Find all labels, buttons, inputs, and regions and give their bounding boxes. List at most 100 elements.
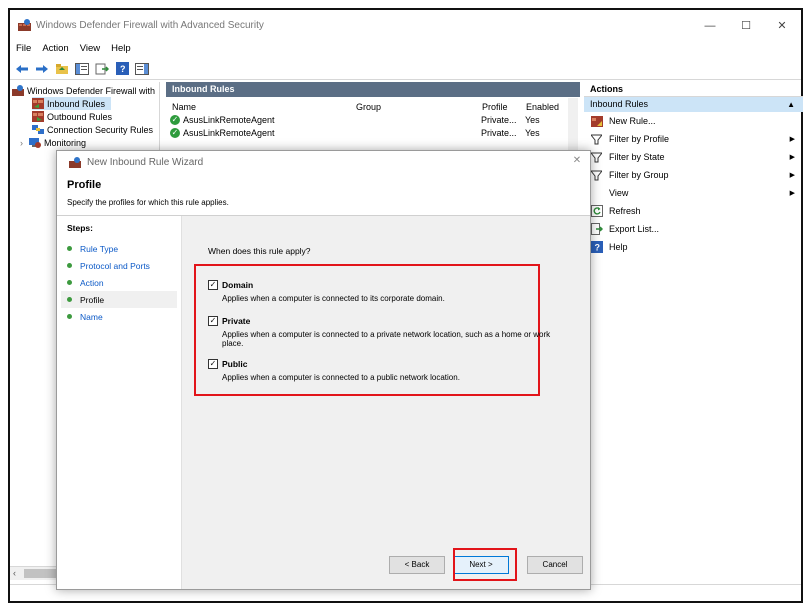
menu-file[interactable]: File: [16, 40, 31, 58]
step-label: Profile: [80, 294, 105, 305]
action-label: Refresh: [609, 206, 641, 216]
step-rule-type[interactable]: Rule Type: [61, 240, 177, 257]
step-label: Rule Type: [80, 243, 119, 254]
action-filter-by-group[interactable]: Filter by Group ▶: [584, 166, 803, 184]
tree-item-connection-security-rules[interactable]: Connection Security Rules: [32, 123, 153, 136]
back-button[interactable]: < Back: [389, 556, 445, 574]
action-label: Filter by State: [609, 152, 665, 162]
action-refresh[interactable]: Refresh: [584, 202, 803, 220]
window-title: Windows Defender Firewall with Advanced …: [36, 20, 264, 31]
table-vertical-scrollbar[interactable]: [568, 98, 578, 158]
up-folder-icon[interactable]: [54, 61, 70, 76]
menu-view[interactable]: View: [80, 40, 100, 58]
step-dot-icon: [67, 314, 72, 319]
actions-section-inbound-rules[interactable]: Inbound Rules ▲: [584, 97, 803, 112]
wizard-description: Specify the profiles for which this rule…: [67, 198, 229, 207]
wizard-title: New Inbound Rule Wizard: [87, 157, 204, 168]
cancel-button[interactable]: Cancel: [527, 556, 583, 574]
column-header-enabled[interactable]: Enabled: [526, 102, 559, 112]
private-label[interactable]: Private: [222, 316, 250, 326]
tree-root[interactable]: Windows Defender Firewall with: [12, 84, 155, 97]
wizard-steps: Steps: Rule Type Protocol and Ports Acti…: [57, 216, 181, 589]
action-new-rule[interactable]: New Rule...: [584, 112, 803, 130]
actions-section-label: Inbound Rules: [590, 99, 649, 109]
export-list-icon[interactable]: [94, 61, 110, 76]
step-profile[interactable]: Profile: [61, 291, 177, 308]
step-action[interactable]: Action: [61, 274, 177, 291]
action-label: Filter by Profile: [609, 134, 670, 144]
refresh-icon: [590, 205, 603, 217]
domain-description: Applies when a computer is connected to …: [222, 294, 445, 303]
close-button[interactable]: ✕: [768, 17, 796, 35]
actions-header: Actions: [584, 82, 803, 97]
help-icon[interactable]: ?: [114, 61, 130, 76]
private-description: Applies when a computer is connected to …: [222, 330, 551, 348]
step-dot-icon: [67, 246, 72, 251]
table-row[interactable]: ✓ AsusLinkRemoteAgent Private... Yes: [170, 114, 565, 126]
tree-item-inbound-rules[interactable]: Inbound Rules: [32, 97, 112, 110]
connection-security-icon: [32, 125, 44, 134]
step-dot-icon: [67, 280, 72, 285]
action-filter-by-state[interactable]: Filter by State ▶: [584, 148, 803, 166]
submenu-arrow-icon: ▶: [789, 154, 795, 161]
submenu-arrow-icon: ▶: [789, 172, 795, 179]
column-header-name[interactable]: Name: [172, 102, 196, 112]
action-help[interactable]: ? Help: [584, 238, 803, 256]
next-button-highlight: [453, 548, 517, 581]
domain-checkbox[interactable]: ✓: [208, 280, 218, 290]
tree-item-monitoring[interactable]: › Monitoring: [20, 136, 86, 149]
tree-item-label: Inbound Rules: [47, 98, 106, 109]
filter-icon: [590, 169, 603, 181]
tree-root-label: Windows Defender Firewall with: [27, 85, 156, 96]
tree-item-outbound-rules[interactable]: Outbound Rules: [32, 110, 112, 123]
public-checkbox[interactable]: ✓: [208, 359, 218, 369]
title-bar: Windows Defender Firewall with Advanced …: [10, 10, 801, 40]
action-view[interactable]: View ▶: [584, 184, 803, 202]
step-name[interactable]: Name: [61, 308, 177, 325]
collapse-triangle-icon[interactable]: ▲: [787, 97, 795, 112]
firewall-icon: [12, 85, 24, 96]
column-header-profile[interactable]: Profile: [482, 102, 508, 112]
outbound-rules-icon: [32, 111, 44, 122]
scroll-left-icon[interactable]: ‹: [13, 568, 16, 578]
export-icon: [590, 223, 603, 235]
svg-text:?: ?: [120, 64, 126, 74]
menu-help[interactable]: Help: [111, 40, 131, 58]
submenu-arrow-icon: ▶: [789, 190, 795, 197]
rule-profile: Private...: [481, 115, 517, 125]
rule-name: AsusLinkRemoteAgent: [183, 128, 275, 138]
step-label: Action: [80, 277, 104, 288]
show-action-pane-icon[interactable]: [134, 61, 150, 76]
middle-pane-header: Inbound Rules: [166, 82, 580, 97]
wizard-title-bar: New Inbound Rule Wizard ✕: [57, 151, 590, 173]
actions-pane: Actions Inbound Rules ▲ New Rule... Filt…: [584, 82, 803, 582]
firewall-app-icon: [18, 19, 31, 31]
monitoring-icon: [29, 138, 41, 148]
new-rule-icon: [590, 115, 603, 127]
minimize-button[interactable]: —: [696, 17, 724, 35]
tree-item-label: Connection Security Rules: [47, 124, 154, 135]
wizard-close-button[interactable]: ✕: [570, 155, 584, 169]
enabled-check-icon: ✓: [170, 128, 180, 138]
column-header-group[interactable]: Group: [356, 102, 381, 112]
forward-arrow-icon[interactable]: [34, 61, 50, 76]
option-domain: ✓ Domain Applies when a computer is conn…: [208, 280, 552, 303]
maximize-button[interactable]: ☐: [732, 17, 760, 35]
action-export-list[interactable]: Export List...: [584, 220, 803, 238]
action-filter-by-profile[interactable]: Filter by Profile ▶: [584, 130, 803, 148]
public-label[interactable]: Public: [222, 359, 248, 369]
step-protocol-and-ports[interactable]: Protocol and Ports: [61, 257, 177, 274]
action-label: New Rule...: [609, 116, 656, 126]
tree-item-label: Outbound Rules: [47, 111, 113, 122]
wizard-content: When does this rule apply? ✓ Domain Appl…: [181, 216, 590, 589]
show-hide-tree-icon[interactable]: [74, 61, 90, 76]
table-row[interactable]: ✓ AsusLinkRemoteAgent Private... Yes: [170, 127, 565, 139]
back-arrow-icon[interactable]: [14, 61, 30, 76]
private-checkbox[interactable]: ✓: [208, 316, 218, 326]
filter-icon: [590, 133, 603, 145]
menu-action[interactable]: Action: [42, 40, 68, 58]
expand-chevron-icon[interactable]: ›: [20, 138, 29, 148]
rule-enabled: Yes: [525, 128, 540, 138]
domain-label[interactable]: Domain: [222, 280, 253, 290]
tree-item-label: Monitoring: [44, 137, 87, 148]
